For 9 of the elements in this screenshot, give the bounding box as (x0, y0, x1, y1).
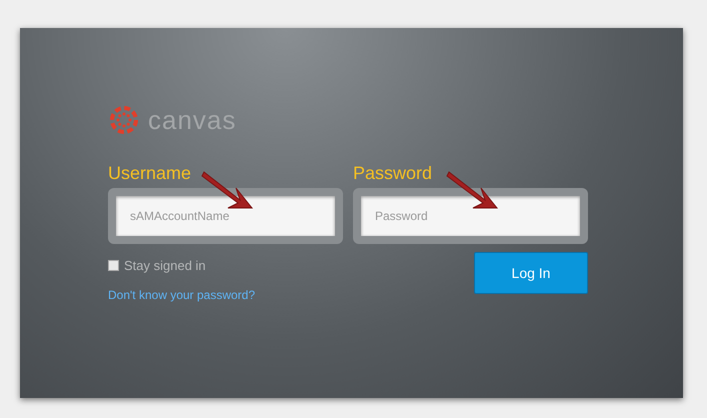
checkbox-label: Stay signed in (124, 257, 206, 275)
field-label: Username (108, 162, 192, 185)
input-field[interactable]: sAMAccountName (108, 188, 343, 244)
logo-icon (108, 104, 140, 136)
checkbox[interactable] (108, 260, 119, 272)
input-field[interactable]: Password (353, 188, 588, 244)
login-button[interactable]: Log In (474, 252, 588, 294)
field-label: Password (353, 162, 434, 185)
forgot-password-link[interactable]: Don't know your password? (108, 286, 256, 304)
